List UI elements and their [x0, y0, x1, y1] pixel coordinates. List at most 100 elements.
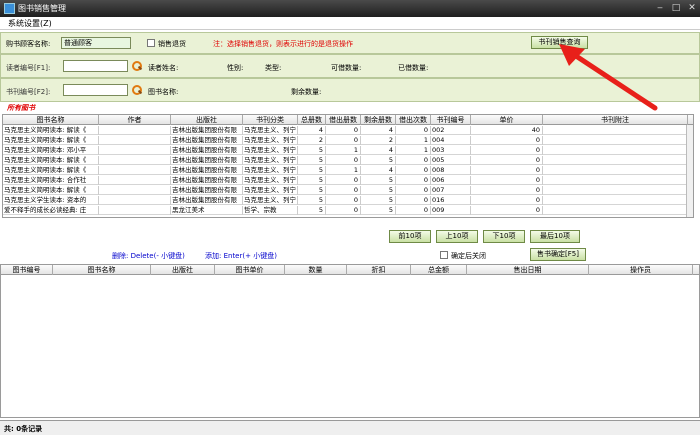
borrowed-label: 已借数量:: [398, 64, 429, 72]
cell-remaining: 4: [361, 126, 396, 135]
col-total[interactable]: 总册数: [298, 115, 326, 125]
cell-remaining: 2: [361, 136, 396, 145]
col-author[interactable]: 作者: [99, 115, 171, 125]
sales-col-discount[interactable]: 折扣: [347, 265, 411, 275]
cell-note: [543, 186, 688, 195]
cell-book-no: 005: [431, 156, 471, 165]
book-search-icon[interactable]: [132, 85, 142, 95]
cell-remaining: 5: [361, 176, 396, 185]
up10-button[interactable]: 上10项: [436, 230, 478, 243]
close-after-confirm-label: 确定后关闭: [451, 252, 486, 260]
table-row[interactable]: 马克思主义简明读本: 邓小平 吉林出版集团股份有限 马克思主义、列宁 5 1 4 1 003 0: [3, 146, 693, 155]
sales-col-book-name[interactable]: 图书名称: [53, 265, 151, 275]
delete-hint: 删除: Delete(- 小键盘): [112, 252, 185, 260]
table-row[interactable]: 马克思主义简明读本: 解读《 吉林出版集团股份有限 马克思主义、列宁 5 0 5 0 005 0: [3, 156, 693, 165]
cell-note: [543, 176, 688, 185]
table-row[interactable]: 马克思主义简明读本: 解读《 吉林出版集团股份有限 马克思主义、列宁 2 0 2 1 004 0: [3, 136, 693, 145]
return-checkbox[interactable]: [147, 39, 155, 47]
cell-book-name: 爱不释手的成长必读经典: 庄: [3, 206, 99, 215]
cell-price: 0: [471, 156, 543, 165]
table-row[interactable]: 马克思主义简明读本: 合作社 吉林出版集团股份有限 马克思主义、列宁 5 0 5 0 006 0: [3, 176, 693, 185]
buyer-field[interactable]: 普通顾客: [61, 37, 131, 49]
cell-author: [99, 136, 171, 145]
table-row[interactable]: 马克思主义学生读本: 资本的 吉林出版集团股份有限 马克思主义、列宁 5 0 5 0 016 0: [3, 196, 693, 205]
col-note[interactable]: 书刊附注: [543, 115, 688, 125]
confirm-sale-button[interactable]: 售书确定[F5]: [530, 248, 586, 261]
cell-author: [99, 176, 171, 185]
cell-price: 0: [471, 136, 543, 145]
cell-remaining: 5: [361, 186, 396, 195]
table-row[interactable]: 马克思主义简明读本: 解读《 吉林出版集团股份有限 马克思主义、列宁 4 0 4 0 002 4…: [3, 126, 693, 135]
cell-book-name: 马克思主义简明读本: 解读《: [3, 156, 99, 165]
book-name-label: 图书名称:: [148, 88, 179, 96]
close-icon[interactable]: ✕: [684, 2, 700, 14]
cell-book-name: 马克思主义简明读本: 解读《: [3, 126, 99, 135]
col-price[interactable]: 单价: [471, 115, 543, 125]
cell-lend-count: 0: [396, 176, 431, 185]
col-book-no[interactable]: 书刊编号: [431, 115, 471, 125]
cell-total: 5: [298, 146, 326, 155]
table-row[interactable]: 爱不释手的成长必读经典: 庄黑龙江美术 哲学、宗教 5 0 5 0 009 0: [3, 206, 693, 215]
gender-label: 性别:: [227, 64, 244, 72]
books-table-scrollbar[interactable]: [686, 125, 693, 217]
sales-col-date[interactable]: 售出日期: [467, 265, 589, 275]
cell-book-no: 016: [431, 196, 471, 205]
cell-book-name: 马克思主义简明读本: 解读《: [3, 136, 99, 145]
cell-category: 哲学、宗教: [243, 206, 298, 215]
cell-book-name: 马克思主义简明读本: 解读《: [3, 166, 99, 175]
cell-author: [99, 186, 171, 195]
return-label: 销售退货: [158, 40, 186, 48]
cell-price: 0: [471, 146, 543, 155]
cell-author: [99, 146, 171, 155]
reader-no-input[interactable]: [63, 60, 128, 72]
buyer-label: 购书顾客名称:: [6, 40, 51, 48]
cell-total: 5: [298, 176, 326, 185]
cell-book-name: 马克思主义简明读本: 合作社: [3, 176, 99, 185]
sales-col-operator[interactable]: 操作员: [589, 265, 693, 275]
table-row[interactable]: 马克思主义简明读本: 解读《 吉林出版集团股份有限 马克思主义、列宁 5 1 4 0 008 0: [3, 166, 693, 175]
cell-author: [99, 206, 171, 215]
cell-book-no: 003: [431, 146, 471, 155]
cell-total: 5: [298, 186, 326, 195]
col-remaining[interactable]: 剩余册数: [361, 115, 396, 125]
menu-system-settings[interactable]: 系统设置(Z): [8, 18, 52, 29]
cell-book-no: 008: [431, 166, 471, 175]
close-after-confirm-checkbox[interactable]: [440, 251, 448, 259]
col-lend-count[interactable]: 借出次数: [396, 115, 431, 125]
cell-remaining: 4: [361, 166, 396, 175]
col-publisher[interactable]: 出版社: [171, 115, 243, 125]
sales-col-publisher[interactable]: 出版社: [151, 265, 215, 275]
cell-lend-count: 1: [396, 136, 431, 145]
minimize-icon[interactable]: ‒: [652, 2, 668, 14]
cell-price: 0: [471, 206, 543, 215]
cell-lend-count: 0: [396, 166, 431, 175]
sales-col-total[interactable]: 总金额: [411, 265, 467, 275]
maximize-icon[interactable]: □: [668, 2, 684, 14]
cell-total: 5: [298, 196, 326, 205]
cell-lend-count: 1: [396, 146, 431, 155]
last10-button[interactable]: 最后10项: [530, 230, 580, 243]
next10-button[interactable]: 下10项: [483, 230, 525, 243]
col-book-name[interactable]: 图书名称: [3, 115, 99, 125]
borrowable-label: 可借数量:: [331, 64, 362, 72]
cell-note: [543, 196, 688, 205]
cell-note: [543, 206, 688, 215]
table-row[interactable]: 马克思主义简明读本: 解读《 吉林出版集团股份有限 马克思主义、列宁 5 0 5 0 007 0: [3, 186, 693, 195]
col-category[interactable]: 书刊分类: [243, 115, 298, 125]
cell-category: 马克思主义、列宁: [244, 136, 298, 145]
cell-note: [543, 136, 688, 145]
sales-col-price[interactable]: 图书单价: [215, 265, 285, 275]
title-bar: 图书销售管理 ‒ □ ✕: [0, 0, 700, 17]
cell-note: [543, 146, 688, 155]
reader-search-icon[interactable]: [132, 61, 142, 71]
menu-bar: 系统设置(Z): [0, 17, 700, 30]
book-no-input[interactable]: [63, 84, 128, 96]
col-lent[interactable]: 借出册数: [326, 115, 361, 125]
cell-lend-count: 0: [396, 196, 431, 205]
sales-col-book-no[interactable]: 图书编号: [1, 265, 53, 275]
sales-col-quantity[interactable]: 数量: [285, 265, 347, 275]
cell-book-no: 007: [431, 186, 471, 195]
cell-total: 5: [298, 206, 326, 215]
cell-author: [99, 166, 171, 175]
prev10-button[interactable]: 前10项: [389, 230, 431, 243]
